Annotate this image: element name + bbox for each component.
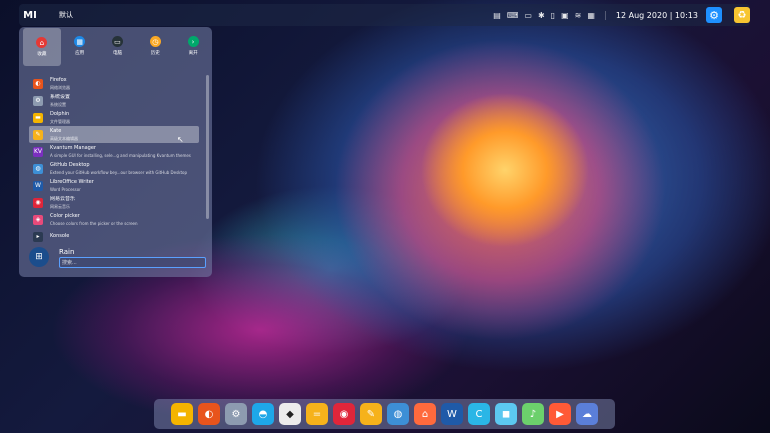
category-label: 电脑 [112, 51, 122, 56]
system-tray: ▤ ⌨ ▭ ✱ ▯ ▣ ≋ ▦ [493, 11, 595, 20]
app-description: 文件管理器 [50, 118, 70, 124]
app-c-icon[interactable]: C [468, 403, 490, 425]
calculator-icon[interactable]: = [306, 403, 328, 425]
app-description: Word Processor [50, 186, 81, 192]
category-icon: ▦ [74, 36, 86, 47]
app-description: 高级文本编辑器 [50, 135, 78, 141]
app-description: Choose colors from the picker or the scr… [50, 220, 138, 226]
app-description: Extend your GitHub workflow bey...our br… [50, 169, 188, 175]
search-input[interactable] [59, 257, 206, 268]
writer-icon[interactable]: W [441, 403, 463, 425]
video-icon[interactable]: ▶ [549, 403, 571, 425]
app-launcher: ⌂ 收藏 ▦ 应用 ▭ 电脑 ◷ 历史 › 离开 ◐ Firefox 网络浏览器 ⚙ 系统设置 系统设置 ▬ D… [19, 27, 212, 277]
app-name: Kvantum Manager [50, 144, 96, 151]
category-label: 应用 [75, 51, 85, 56]
app-name: Dolphin [50, 110, 70, 117]
app-name: Color picker [50, 212, 80, 219]
category-label: 收藏 [37, 52, 47, 57]
category-icon: ▭ [111, 36, 123, 47]
app-icon: ✎ [33, 129, 43, 140]
app-icon: ◐ [33, 78, 43, 89]
list-item[interactable]: ⚙ 系统设置 系统设置 [29, 92, 211, 109]
launcher-tab-2[interactable]: ▭ 电脑 [99, 27, 137, 65]
launcher-tab-4[interactable]: › 离开 [174, 27, 212, 65]
monitor-icon[interactable]: ▣ [561, 11, 569, 20]
keyboard-icon[interactable]: ⌨ [507, 11, 519, 20]
clock[interactable]: 12 Aug 2020 | 10:13 [604, 10, 698, 20]
list-item[interactable]: ▬ Dolphin 文件管理器 [29, 109, 211, 126]
app-name: Firefox [50, 76, 67, 83]
category-label: 历史 [150, 51, 160, 56]
clipboard-icon[interactable]: ▤ [493, 11, 501, 20]
app-name: LibreOffice Writer [50, 178, 94, 185]
app-name: Kate [50, 127, 62, 134]
qq-icon[interactable]: ◓ [252, 403, 274, 425]
battery-icon[interactable]: ▭ [524, 11, 532, 20]
files-icon[interactable]: ▬ [171, 403, 193, 425]
netease-music-icon[interactable]: ◉ [333, 403, 355, 425]
app-icon: ⚙ [33, 95, 43, 106]
category-icon: ◷ [149, 36, 161, 47]
shop-icon[interactable]: ⌂ [414, 403, 436, 425]
avatar[interactable]: ⊞ [29, 247, 49, 267]
scrollbar[interactable] [206, 75, 209, 219]
settings-icon[interactable]: ⚙ [225, 403, 247, 425]
mouse-cursor-icon: ↖ [177, 135, 184, 144]
app-name: 网易云音乐 [50, 195, 76, 202]
list-item[interactable]: ◈ Color picker Choose colors from the pick… [29, 211, 211, 228]
app-name: Konsole [50, 233, 70, 239]
app-list: ◐ Firefox 网络浏览器 ⚙ 系统设置 系统设置 ▬ Dolphin 文件管理器 ✎ Kate… [29, 75, 211, 245]
weather-icon[interactable]: ☁ [576, 403, 598, 425]
launcher-tab-1[interactable]: ▦ 应用 [61, 27, 99, 65]
github-icon[interactable]: ◍ [387, 403, 409, 425]
music-icon[interactable]: ♪ [522, 403, 544, 425]
category-label: 离开 [188, 51, 198, 56]
app-name: 系统设置 [50, 93, 71, 100]
list-item[interactable]: W LibreOffice Writer Word Processor [29, 177, 211, 194]
desktop-name[interactable]: 默认 [59, 10, 73, 20]
launcher-tab-3[interactable]: ◷ 历史 [136, 27, 174, 65]
mi-logo-icon[interactable]: MI [21, 6, 39, 24]
list-item[interactable]: ◉ 网易云音乐 网易云音乐 [29, 194, 211, 211]
list-item[interactable]: KV Kvantum Manager A simple GUI for instal… [29, 143, 211, 160]
app-icon: ▬ [33, 112, 43, 123]
app-description: A simple GUI for installing, sele...g an… [50, 152, 191, 158]
trash-bin-icon[interactable]: ♻ [734, 7, 750, 23]
app-icon: ◉ [33, 197, 43, 208]
inkscape-icon[interactable]: ◆ [279, 403, 301, 425]
launcher-tab-0[interactable]: ⌂ 收藏 [23, 28, 61, 66]
list-item[interactable]: ✎ Kate 高级文本编辑器 [29, 126, 199, 143]
category-icon: ⌂ [36, 37, 48, 48]
app-icon: ◈ [33, 214, 43, 225]
list-item[interactable]: ◐ Firefox 网络浏览器 [29, 75, 211, 92]
app-description: 网易云音乐 [50, 203, 70, 209]
gear-icon[interactable]: ⚙ [706, 7, 722, 23]
dock: ▬ ◐ ⚙ ◓ ◆ = ◉ ✎ ◍ ⌂ W C ◼ ♪ ▶ ☁ [154, 399, 615, 429]
list-item[interactable]: ▸ Konsole [29, 228, 211, 245]
firefox-icon[interactable]: ◐ [198, 403, 220, 425]
app-description: 网络浏览器 [50, 84, 70, 90]
bluetooth-icon[interactable]: ✱ [538, 11, 545, 20]
app-icon: ▸ [33, 231, 43, 242]
kate-icon[interactable]: ✎ [360, 403, 382, 425]
app-bubble-icon[interactable]: ◼ [495, 403, 517, 425]
wifi-icon[interactable]: ≋ [575, 11, 582, 20]
top-panel: MI 默认 ▤ ⌨ ▭ ✱ ▯ ▣ ≋ ▦ 12 Aug 2020 | 10:13 ⚙ ♻ [19, 4, 750, 26]
user-name: Rain [59, 248, 75, 256]
list-item[interactable]: ◍ GitHub Desktop Extend your GitHub workfl… [29, 160, 211, 177]
category-icon: › [187, 36, 199, 47]
grid-icon[interactable]: ▦ [587, 11, 595, 20]
launcher-categories: ⌂ 收藏 ▦ 应用 ▭ 电脑 ◷ 历史 › 离开 [19, 27, 212, 67]
app-name: GitHub Desktop [50, 161, 90, 168]
app-icon: KV [33, 146, 43, 157]
app-description: 系统设置 [50, 101, 66, 107]
app-icon: W [33, 180, 43, 191]
power-icon[interactable]: ▯ [551, 11, 555, 20]
app-icon: ◍ [33, 163, 43, 174]
